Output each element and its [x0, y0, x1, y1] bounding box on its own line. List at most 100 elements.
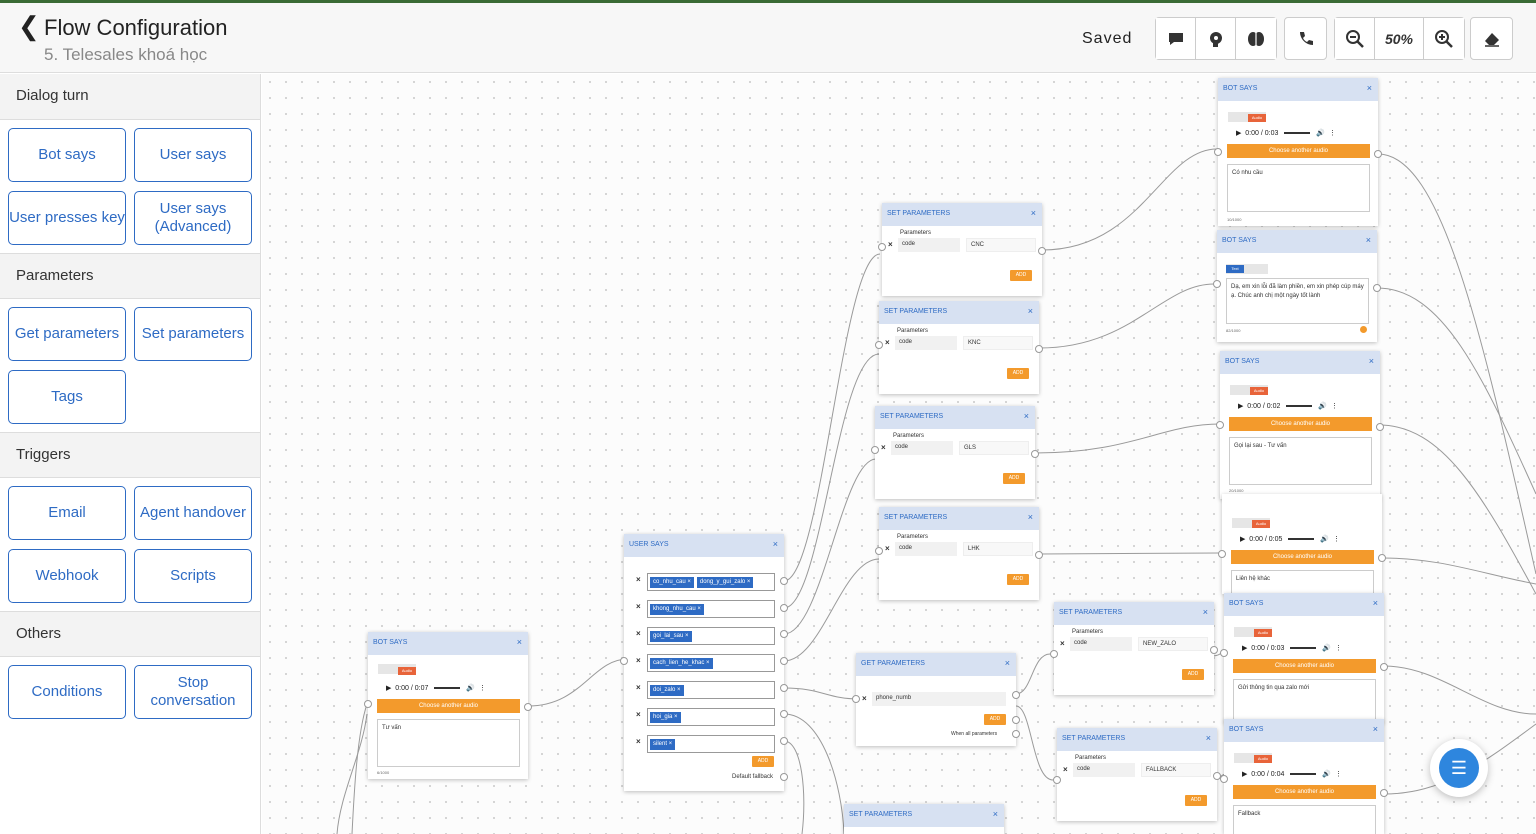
add-param-button[interactable]: ADD	[1007, 574, 1029, 585]
call-test-button[interactable]	[1284, 17, 1327, 60]
intent-chip[interactable]: doi_zalo ×	[650, 685, 684, 696]
bot-says-node[interactable]: BOT SAYS × Audio ▶ 0:00 / 0:02 🔊 ⋮ Choose …	[1216, 351, 1384, 499]
close-icon[interactable]: ×	[1031, 208, 1036, 218]
get-parameters-node[interactable]: GET PARAMETERS × × phone_numb ADD When all…	[852, 653, 1020, 746]
param-value[interactable]: LHK	[963, 542, 1033, 556]
delete-icon[interactable]: ×	[636, 602, 641, 611]
close-icon[interactable]: ×	[1373, 724, 1378, 734]
set-parameters-node[interactable]: SET PARAMETERS × Parameters × code LHK ADD	[875, 507, 1043, 600]
scripts-button[interactable]: Scripts	[134, 549, 252, 603]
delete-icon[interactable]: ×	[881, 443, 886, 452]
close-icon[interactable]: ×	[1028, 306, 1033, 316]
output-port[interactable]	[1035, 551, 1043, 559]
param-name[interactable]: phone_numb	[872, 692, 1006, 706]
zoom-in-button[interactable]	[1424, 18, 1464, 59]
close-icon[interactable]: ×	[773, 539, 778, 549]
bot-says-node[interactable]: BOT SAYS × Text Dạ, em xin lỗi đã làm phi…	[1213, 230, 1381, 342]
intent-chip[interactable]: goi_lai_sau ×	[650, 631, 692, 642]
flow-canvas[interactable]: BOT SAYS × Audio ▶ 0:00 / 0:07 🔊 ⋮ Choose …	[262, 74, 1536, 834]
set-parameters-node[interactable]: SET PARAMETERS × Parameters × code FALLBACK…	[1053, 728, 1221, 821]
audio-player[interactable]: ▶ 0:00 / 0:02 🔊 ⋮	[1238, 400, 1338, 412]
intent-chip[interactable]: dong_y_gui_zalo ×	[696, 577, 754, 588]
conditions-button[interactable]: Conditions	[8, 665, 126, 719]
add-param-button[interactable]: ADD	[1010, 270, 1032, 281]
param-value[interactable]: NEW_ZALO	[1138, 637, 1208, 651]
param-value[interactable]: GLS	[959, 441, 1029, 455]
choose-audio-button[interactable]: Choose another audio	[377, 699, 520, 713]
close-icon[interactable]: ×	[1206, 733, 1211, 743]
param-key[interactable]: code	[891, 441, 953, 455]
output-port[interactable]	[1031, 450, 1039, 458]
output-port[interactable]	[780, 577, 788, 585]
close-icon[interactable]: ×	[1203, 607, 1208, 617]
intent-input[interactable]: co_nhu_cau × dong_y_gui_zalo ×	[647, 573, 775, 591]
add-param-button[interactable]: ADD	[1185, 795, 1207, 806]
param-key[interactable]: code	[895, 542, 957, 556]
user-says-button[interactable]: User says	[134, 128, 252, 182]
input-port[interactable]	[1214, 148, 1222, 156]
intent-chip[interactable]: khong_nhu_cau ×	[650, 604, 704, 615]
webhook-button[interactable]: Webhook	[8, 549, 126, 603]
bot-text-area[interactable]: Liên hệ khác	[1231, 570, 1374, 594]
bot-says-node[interactable]: BOT SAYS × Audio ▶ 0:00 / 0:03 🔊 ⋮ Choose …	[1214, 78, 1382, 226]
chat-fab-button[interactable]: ☰	[1430, 739, 1488, 797]
bot-says-node[interactable]: Audio ▶ 0:00 / 0:05 🔊 ⋮ Choose another au…	[1218, 494, 1386, 594]
input-port[interactable]	[1213, 280, 1221, 288]
intent-input[interactable]: hoi_gia ×	[647, 708, 775, 726]
add-intent-button[interactable]: ADD	[752, 756, 774, 767]
delete-icon[interactable]: ×	[1060, 639, 1065, 648]
agent-handover-button[interactable]: Agent handover	[134, 486, 252, 540]
output-port[interactable]	[524, 703, 532, 711]
intent-chip[interactable]: hoi_gia ×	[650, 712, 681, 723]
close-icon[interactable]: ×	[517, 637, 522, 647]
input-port[interactable]	[1220, 775, 1228, 783]
set-parameters-node[interactable]: SET PARAMETERS × Parameters × code GLS ADD	[871, 406, 1039, 499]
add-param-button[interactable]: ADD	[1003, 473, 1025, 484]
close-icon[interactable]: ×	[1373, 598, 1378, 608]
delete-icon[interactable]: ×	[636, 629, 641, 638]
set-parameters-button[interactable]: Set parameters	[134, 307, 252, 361]
input-port[interactable]	[875, 547, 883, 555]
param-key[interactable]: code	[898, 238, 960, 252]
bot-says-node[interactable]: BOT SAYS × Audio ▶ 0:00 / 0:04 🔊 ⋮ Choose …	[1220, 719, 1388, 834]
output-port[interactable]	[1012, 691, 1020, 699]
bot-text-area[interactable]: Gửi thông tin qua zalo mới	[1233, 679, 1376, 723]
intent-input[interactable]: silent ×	[647, 735, 775, 753]
choose-audio-button[interactable]: Choose another audio	[1231, 550, 1374, 564]
delete-icon[interactable]: ×	[885, 544, 890, 553]
param-value[interactable]: KNC	[963, 336, 1033, 350]
output-port[interactable]	[780, 773, 788, 781]
clear-button[interactable]	[1470, 17, 1513, 60]
input-port[interactable]	[1218, 550, 1226, 558]
set-parameters-node[interactable]: SET PARAMETERS ×	[844, 804, 1004, 834]
audio-player[interactable]: ▶ 0:00 / 0:07 🔊 ⋮	[386, 682, 486, 694]
audio-player[interactable]: ▶ 0:00 / 0:05 🔊 ⋮	[1240, 533, 1340, 545]
intent-input[interactable]: khong_nhu_cau ×	[647, 600, 775, 618]
get-parameters-button[interactable]: Get parameters	[8, 307, 126, 361]
param-key[interactable]: code	[1073, 763, 1135, 777]
ai-brain-button[interactable]	[1236, 18, 1276, 59]
output-port[interactable]	[780, 657, 788, 665]
output-port[interactable]	[1380, 789, 1388, 797]
close-icon[interactable]: ×	[1367, 83, 1372, 93]
input-port[interactable]	[878, 243, 886, 251]
output-port[interactable]	[1376, 423, 1384, 431]
input-port[interactable]	[1216, 421, 1224, 429]
stop-conversation-button[interactable]: Stop conversation	[134, 665, 252, 719]
audio-player[interactable]: ▶ 0:00 / 0:03 🔊 ⋮	[1236, 127, 1336, 139]
delete-icon[interactable]: ×	[885, 338, 890, 347]
output-port[interactable]	[1012, 716, 1020, 724]
param-value[interactable]: CNC	[966, 238, 1036, 252]
input-port[interactable]	[875, 341, 883, 349]
add-param-button[interactable]: ADD	[1182, 669, 1204, 680]
bot-text-area[interactable]: Gọi lại sau - Tư vấn	[1229, 437, 1372, 485]
delete-icon[interactable]: ×	[888, 240, 893, 249]
param-key[interactable]: code	[1070, 637, 1132, 651]
output-port[interactable]	[780, 604, 788, 612]
output-port[interactable]	[780, 684, 788, 692]
user-presses-key-button[interactable]: User presses key	[8, 191, 126, 245]
set-parameters-node[interactable]: SET PARAMETERS × Parameters × code NEW_ZALO…	[1050, 602, 1218, 695]
output-port[interactable]	[1012, 730, 1020, 738]
close-icon[interactable]: ×	[1024, 411, 1029, 421]
output-port[interactable]	[1374, 150, 1382, 158]
